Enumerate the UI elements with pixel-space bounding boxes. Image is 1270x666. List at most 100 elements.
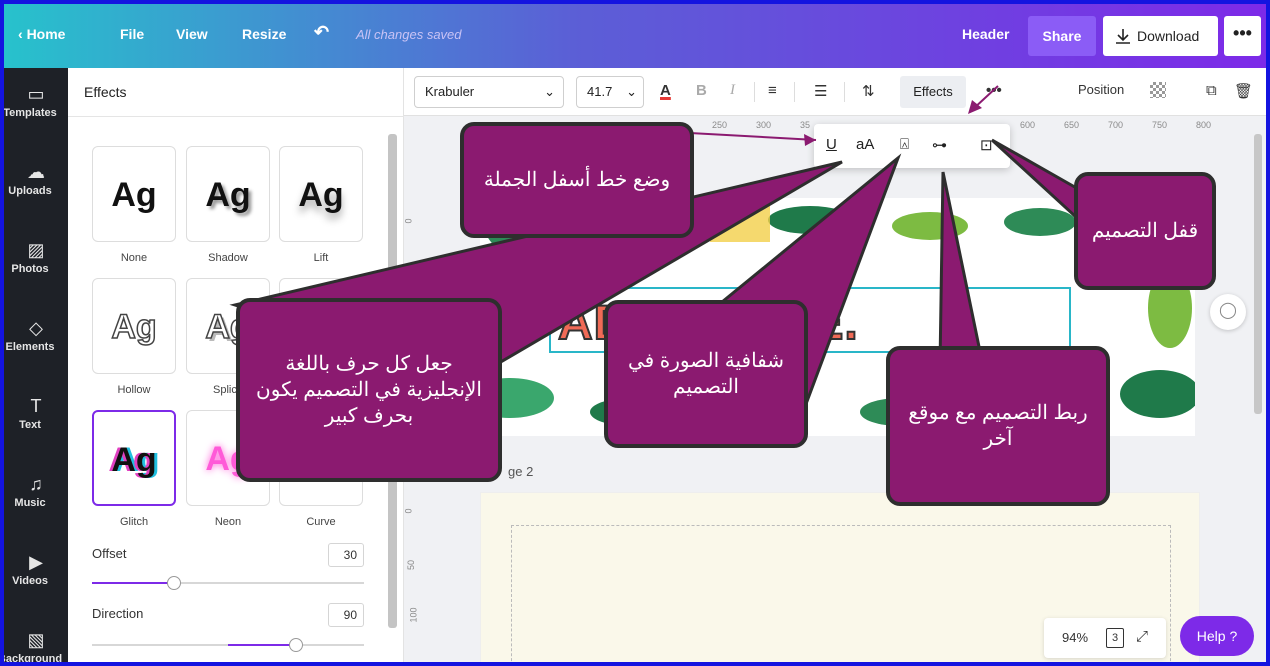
ruler-tick: 750 bbox=[1152, 120, 1168, 130]
transparency-callout: شفافية الصورة في التصميم bbox=[604, 300, 808, 448]
ruler-tick: 50 bbox=[406, 269, 417, 281]
transparency-icon[interactable] bbox=[1150, 82, 1166, 98]
more-text-options-button[interactable]: ••• bbox=[986, 82, 1002, 99]
rail-item-videos[interactable]: ▶ Videos bbox=[4, 546, 68, 616]
background-icon: ▧ bbox=[27, 630, 45, 650]
ruler-tick: 650 bbox=[1064, 120, 1080, 130]
effect-label: Curve bbox=[306, 516, 336, 528]
rail-item-background[interactable]: ▧ Background bbox=[4, 624, 68, 662]
canvas-scrollbar[interactable] bbox=[1254, 134, 1262, 414]
header-title[interactable]: Header bbox=[962, 26, 1009, 42]
font-dropdown[interactable]: Krabuler ⌄ bbox=[414, 76, 564, 108]
effects-button[interactable]: Effects bbox=[900, 76, 966, 108]
effect-shadow[interactable]: Ag bbox=[186, 146, 270, 242]
rail-item-elements[interactable]: ◇ Elements bbox=[4, 312, 68, 382]
panel-title: Effects bbox=[84, 84, 127, 100]
line-spacing-icon[interactable]: ⇅ bbox=[862, 82, 875, 100]
uppercase-callout: جعل كل حرف باللغة الإنجليزية في التصميم … bbox=[236, 298, 502, 482]
offset-value[interactable]: 30 bbox=[328, 543, 364, 567]
text-icon: T bbox=[30, 396, 42, 416]
side-rail: ▭ Templates ☁ Uploads ▨ Photos ◇ Elements TT… bbox=[4, 68, 68, 662]
offset-label: Offset bbox=[92, 546, 127, 561]
link-icon[interactable]: ⊶ bbox=[932, 136, 947, 154]
ruler-tick: 800 bbox=[1196, 120, 1212, 130]
position-button[interactable]: Position bbox=[1078, 82, 1124, 97]
direction-slider-thumb[interactable] bbox=[289, 638, 303, 652]
rail-item-text[interactable]: T Text bbox=[4, 390, 68, 460]
underline-button[interactable]: U bbox=[826, 136, 837, 153]
rail-item-photos[interactable]: ▨ Photos bbox=[4, 234, 68, 304]
direction-slider-fill bbox=[228, 644, 296, 646]
photo-icon: ▨ bbox=[27, 240, 45, 260]
text-toolbar: Krabuler ⌄ 41.7 ⌄ A B I ≡ ☰ ⇅ Effects ••• … bbox=[404, 68, 1266, 116]
chevron-down-icon: ⌄ bbox=[626, 84, 637, 99]
toolbar-separator bbox=[754, 82, 755, 102]
direction-label: Direction bbox=[92, 606, 144, 621]
page-2-label: ge 2 bbox=[508, 464, 534, 479]
rail-item-uploads[interactable]: ☁ Uploads bbox=[4, 156, 68, 226]
lock-callout: قفل التصميم bbox=[1074, 172, 1216, 290]
direction-slider[interactable] bbox=[92, 638, 364, 652]
rail-item-templates[interactable]: ▭ Templates bbox=[4, 78, 68, 148]
toolbar-separator bbox=[794, 82, 795, 102]
shapes-icon: ◇ bbox=[29, 318, 43, 338]
download-icon bbox=[1116, 29, 1130, 44]
direction-value[interactable]: 90 bbox=[328, 603, 364, 627]
video-icon: ▶ bbox=[29, 552, 43, 572]
list-icon[interactable]: ☰ bbox=[814, 82, 827, 100]
uppercase-button[interactable]: aA bbox=[856, 136, 874, 153]
trash-icon[interactable]: 🗑 bbox=[1234, 82, 1253, 100]
format-painter-icon[interactable]: ⍓ bbox=[900, 136, 909, 153]
ruler-tick: 0 bbox=[403, 218, 414, 224]
ruler-tick: 600 bbox=[1020, 120, 1036, 130]
italic-button[interactable]: I bbox=[730, 82, 735, 99]
effect-label: Lift bbox=[313, 252, 329, 264]
panel-divider bbox=[68, 116, 404, 117]
more-options-button[interactable]: ••• bbox=[1224, 16, 1261, 56]
chevron-down-icon: ⌄ bbox=[544, 84, 555, 99]
share-button[interactable]: Share bbox=[1028, 16, 1096, 56]
save-status: All changes saved bbox=[356, 27, 462, 42]
effect-label: Neon bbox=[214, 516, 242, 528]
effect-hollow[interactable]: Ag bbox=[92, 278, 176, 374]
resize-menu[interactable]: Resize bbox=[242, 26, 286, 42]
view-menu[interactable]: View bbox=[176, 26, 208, 42]
home-label: Home bbox=[26, 26, 66, 42]
effect-none[interactable]: Ag bbox=[92, 146, 176, 242]
offset-slider-thumb[interactable] bbox=[166, 576, 181, 590]
effect-glitch[interactable]: Ag bbox=[92, 410, 176, 506]
font-size-dropdown[interactable]: 41.7 ⌄ bbox=[576, 76, 644, 108]
lock-icon[interactable]: ⊡ bbox=[980, 136, 993, 154]
bold-button[interactable]: B bbox=[696, 82, 707, 99]
toolbar-separator bbox=[844, 82, 845, 102]
templates-icon: ▭ bbox=[27, 84, 45, 104]
upload-cloud-icon: ☁ bbox=[27, 162, 45, 182]
text-options-popover: U aA ⍓ ⊶ ⊡ bbox=[814, 124, 1010, 168]
duplicate-icon[interactable]: ⧉ bbox=[1206, 82, 1217, 99]
effect-label: Hollow bbox=[117, 384, 151, 396]
zoom-level[interactable]: 94% bbox=[1062, 630, 1088, 645]
fullscreen-icon[interactable]: ⤢ bbox=[1136, 628, 1148, 645]
effect-lift[interactable]: Ag bbox=[279, 146, 363, 242]
align-left-icon[interactable]: ≡ bbox=[768, 82, 777, 99]
ruler-tick: 0 bbox=[403, 508, 414, 514]
file-menu[interactable]: File bbox=[120, 26, 144, 42]
home-button[interactable]: ‹ Home bbox=[18, 26, 65, 42]
help-button[interactable]: Help ? bbox=[1180, 616, 1254, 656]
undo-icon[interactable]: ↶ bbox=[314, 22, 329, 43]
rail-item-music[interactable]: ♫ Music bbox=[4, 468, 68, 538]
effect-label: Glitch bbox=[119, 516, 149, 528]
ruler-tick: 100 bbox=[408, 607, 419, 623]
comment-icon[interactable]: ◯ bbox=[1210, 294, 1246, 330]
effect-label: None bbox=[120, 252, 148, 264]
page-count-button[interactable]: 3 bbox=[1106, 628, 1124, 648]
ruler-tick: 300 bbox=[756, 120, 772, 130]
ruler-tick: 35 bbox=[800, 120, 811, 130]
underline-callout: وضع خط أسفل الجملة bbox=[460, 122, 694, 238]
link-callout: ربط التصميم مع موقع آخر bbox=[886, 346, 1110, 506]
ruler-tick: 250 bbox=[712, 120, 728, 130]
offset-slider[interactable] bbox=[92, 576, 364, 590]
text-color-button[interactable]: A bbox=[660, 82, 671, 99]
download-button[interactable]: Download bbox=[1103, 16, 1218, 56]
effect-label: Shadow bbox=[208, 252, 248, 264]
